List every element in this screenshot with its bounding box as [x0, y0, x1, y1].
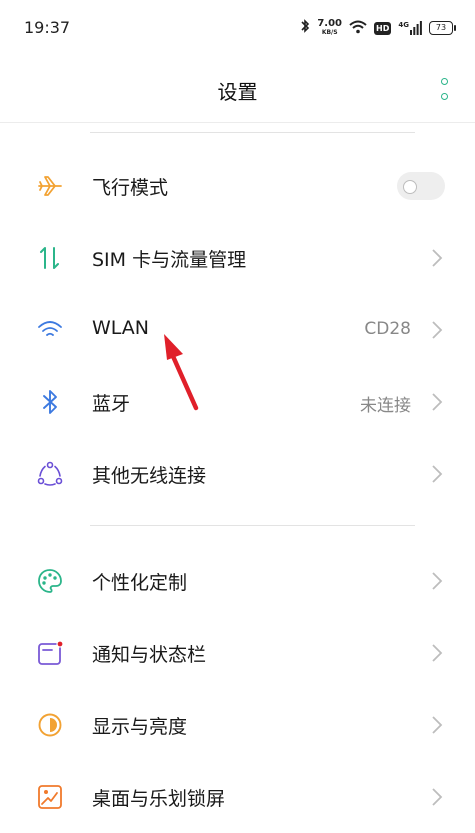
palette-icon: [36, 567, 64, 595]
settings-item-bluetooth[interactable]: 蓝牙 未连接: [0, 366, 475, 438]
page-title: 设置: [217, 80, 258, 104]
divider: [90, 525, 415, 526]
network-speed: 7.00 KB/S: [317, 18, 343, 37]
chevron-right-icon: [431, 248, 443, 268]
cellular-signal-icon: 4G: [398, 21, 422, 35]
chevron-right-icon: [431, 715, 443, 735]
wifi-icon: [36, 316, 64, 344]
bluetooth-status-icon: [300, 18, 310, 38]
settings-item-notifications[interactable]: 通知与状态栏: [0, 617, 475, 689]
divider: [90, 132, 415, 133]
settings-item-airplane-mode[interactable]: 飞行模式: [0, 150, 475, 222]
battery-icon: 73: [429, 21, 456, 35]
hd-badge: HD: [374, 21, 392, 35]
status-bar: 19:37 7.00 KB/S HD 4G 73: [0, 0, 475, 56]
annotation-arrow-icon: [164, 334, 199, 411]
airplane-icon: [36, 172, 64, 200]
chevron-right-icon: [431, 643, 443, 663]
settings-item-label: 桌面与乐划锁屏: [92, 788, 226, 810]
chevron-right-icon: [431, 320, 443, 340]
settings-item-label: WLAN: [92, 317, 150, 339]
data-transfer-icon: [36, 244, 64, 272]
more-dot-icon: [440, 78, 448, 85]
wifi-status-icon: [349, 19, 367, 38]
settings-item-label: 蓝牙: [92, 393, 131, 415]
notification-icon: [36, 639, 64, 667]
chevron-right-icon: [431, 392, 443, 412]
status-time: 19:37: [24, 18, 71, 37]
settings-item-sim[interactable]: SIM 卡与流量管理: [0, 222, 475, 294]
more-dot-icon: [440, 93, 448, 100]
settings-item-label: 飞行模式: [92, 177, 169, 199]
status-icons: 7.00 KB/S HD 4G 73: [300, 16, 456, 40]
bluetooth-status: 未连接: [360, 396, 411, 416]
bluetooth-icon: [36, 388, 64, 416]
wlan-network-name: CD28: [364, 319, 411, 339]
airplane-mode-toggle[interactable]: [397, 172, 445, 200]
settings-item-display[interactable]: 显示与亮度: [0, 689, 475, 761]
more-options-button[interactable]: [439, 78, 449, 100]
settings-item-label: SIM 卡与流量管理: [92, 249, 247, 271]
wallpaper-icon: [36, 783, 64, 811]
wireless-connections-icon: [36, 460, 64, 488]
settings-item-personalize[interactable]: 个性化定制: [0, 545, 475, 617]
settings-item-label: 显示与亮度: [92, 716, 188, 738]
settings-item-label: 个性化定制: [92, 572, 188, 594]
settings-item-other-wireless[interactable]: 其他无线连接: [0, 438, 475, 510]
brightness-icon: [36, 711, 64, 739]
page-header: 设置: [0, 56, 475, 123]
toggle-knob: [403, 180, 417, 194]
chevron-right-icon: [431, 464, 443, 484]
settings-item-desktop[interactable]: 桌面与乐划锁屏: [0, 761, 475, 833]
settings-item-wlan[interactable]: WLAN CD28: [0, 294, 475, 366]
settings-item-label: 其他无线连接: [92, 465, 207, 487]
settings-item-label: 通知与状态栏: [92, 644, 207, 666]
chevron-right-icon: [431, 787, 443, 807]
chevron-right-icon: [431, 571, 443, 591]
